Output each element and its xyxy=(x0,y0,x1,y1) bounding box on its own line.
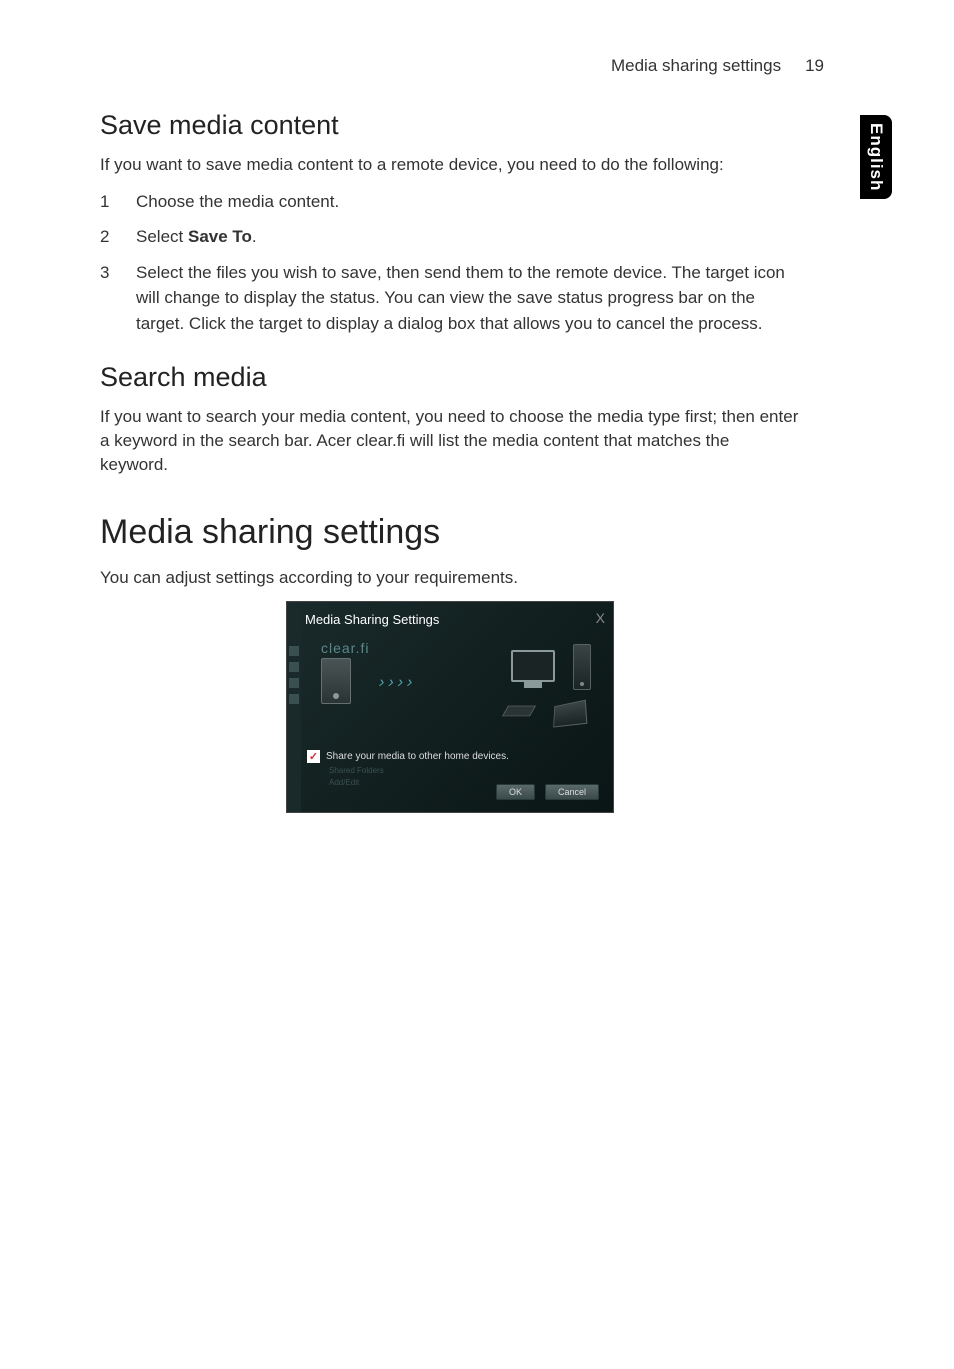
step-content: Choose the media content. xyxy=(136,189,800,215)
wireless-waves-icon: ›››› xyxy=(377,674,419,692)
list-item: 3 Select the files you wish to save, the… xyxy=(100,260,800,337)
sidebar-icon xyxy=(289,694,299,704)
step-bold: Save To xyxy=(188,227,252,246)
step-text-a: Select xyxy=(136,227,188,246)
monitor-icon xyxy=(511,650,555,682)
page-number: 19 xyxy=(805,56,824,76)
step-number: 1 xyxy=(100,189,136,215)
close-icon[interactable]: X xyxy=(596,610,605,626)
cancel-button[interactable]: Cancel xyxy=(545,784,599,800)
shared-folders-label: Shared Folders xyxy=(329,766,384,775)
media-sharing-body: You can adjust settings according to you… xyxy=(100,566,800,590)
laptop-icon xyxy=(553,700,587,728)
search-media-body: If you want to search your media content… xyxy=(100,405,800,476)
ok-button[interactable]: OK xyxy=(496,784,535,800)
header-title: Media sharing settings xyxy=(611,56,781,76)
media-sharing-dialog-screenshot: Media Sharing Settings X clear.fi ›››› ✓… xyxy=(286,601,614,813)
step-content: Select Save To. xyxy=(136,224,800,250)
dialog-title: Media Sharing Settings xyxy=(305,612,439,627)
steps-list: 1 Choose the media content. 2 Select Sav… xyxy=(100,189,800,337)
step-text: Select the files you wish to save, then … xyxy=(136,263,785,333)
sidebar-icons xyxy=(289,646,299,710)
step-content: Select the files you wish to save, then … xyxy=(136,260,800,337)
list-item: 2 Select Save To. xyxy=(100,224,800,250)
clearfi-logo: clear.fi xyxy=(321,640,369,656)
step-text-b: . xyxy=(252,227,257,246)
screenshot-sidebar xyxy=(287,602,301,812)
share-checkbox-row: ✓ Share your media to other home devices… xyxy=(307,750,509,763)
save-media-intro: If you want to save media content to a r… xyxy=(100,153,800,177)
step-text: Choose the media content. xyxy=(136,192,339,211)
search-media-heading: Search media xyxy=(100,362,800,393)
second-tower-icon xyxy=(573,644,591,690)
list-item: 1 Choose the media content. xyxy=(100,189,800,215)
share-checkbox[interactable]: ✓ xyxy=(307,750,320,763)
media-sharing-settings-heading: Media sharing settings xyxy=(100,513,800,552)
language-tab: English xyxy=(860,115,892,199)
sidebar-icon xyxy=(289,662,299,672)
sidebar-icon xyxy=(289,678,299,688)
dialog-buttons: OK Cancel xyxy=(496,784,599,800)
keyboard-icon xyxy=(502,706,536,717)
screenshot-container: Media Sharing Settings X clear.fi ›››› ✓… xyxy=(100,601,800,813)
main-content: Save media content If you want to save m… xyxy=(100,110,800,813)
page-header: Media sharing settings 19 xyxy=(611,56,824,76)
save-media-heading: Save media content xyxy=(100,110,800,141)
pc-tower-icon xyxy=(321,658,351,704)
step-number: 2 xyxy=(100,224,136,250)
share-checkbox-label: Share your media to other home devices. xyxy=(326,751,509,762)
add-edit-label: Add/Edit xyxy=(329,778,359,787)
sidebar-icon xyxy=(289,646,299,656)
step-number: 3 xyxy=(100,260,136,337)
